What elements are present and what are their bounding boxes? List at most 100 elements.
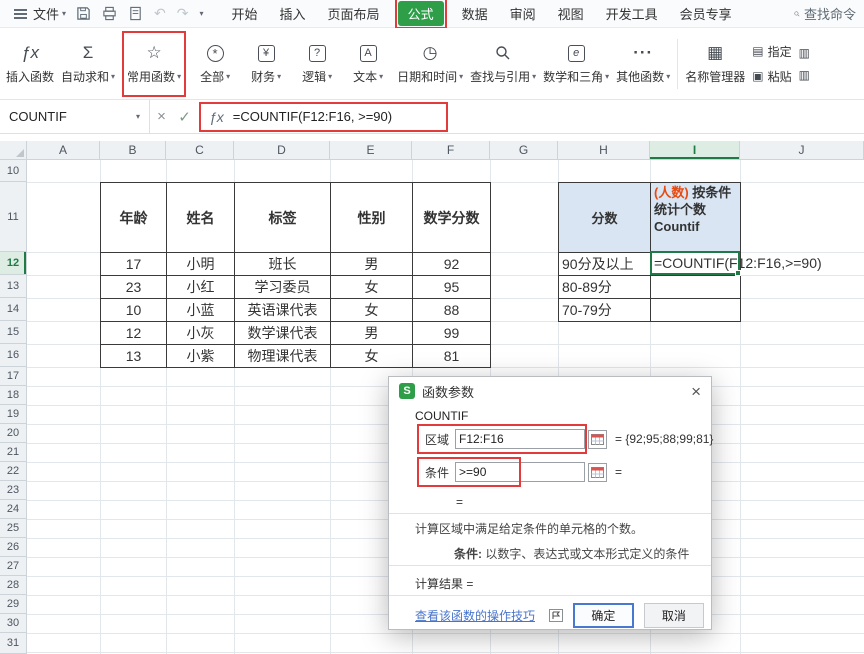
- column-header-d[interactable]: D: [234, 141, 330, 160]
- row-header[interactable]: 31: [0, 633, 27, 654]
- search-box[interactable]: 查找命令: [794, 4, 856, 23]
- cell[interactable]: 10: [101, 299, 167, 322]
- file-menu[interactable]: 文件 ▾: [33, 4, 66, 23]
- cell[interactable]: 女: [331, 299, 413, 322]
- formula-input[interactable]: =COUNTIF(F12:F16, >=90): [233, 109, 438, 124]
- fill-handle[interactable]: [735, 270, 741, 276]
- print-preview-icon[interactable]: [128, 6, 143, 21]
- ok-button[interactable]: 确定: [573, 602, 634, 628]
- cell[interactable]: 标签: [235, 183, 331, 253]
- cell[interactable]: 女: [331, 345, 413, 368]
- cell[interactable]: 年龄: [101, 183, 167, 253]
- hamburger-menu-icon[interactable]: [14, 12, 27, 15]
- cell[interactable]: 小明: [167, 253, 235, 276]
- cell[interactable]: (人数) 按条件统计个数 Countif: [651, 183, 741, 253]
- all-functions-button[interactable]: * 全部 ▾: [193, 33, 237, 95]
- confirm-entry-icon[interactable]: ✓: [173, 108, 196, 126]
- column-header-g[interactable]: G: [490, 141, 558, 160]
- row-header[interactable]: 14: [0, 298, 27, 321]
- tab-formulas[interactable]: 公式: [397, 1, 444, 26]
- cell[interactable]: 学习委员: [235, 276, 331, 299]
- row-header[interactable]: 20: [0, 424, 27, 443]
- column-header-b[interactable]: B: [100, 141, 166, 160]
- insert-function-fx-icon[interactable]: ƒx: [209, 109, 224, 125]
- cell[interactable]: [651, 299, 741, 322]
- tab-review[interactable]: 审阅: [500, 1, 546, 26]
- row-header[interactable]: 10: [0, 160, 27, 182]
- redo-icon[interactable]: ↷: [177, 5, 189, 22]
- column-header-j[interactable]: J: [740, 141, 864, 160]
- criteria-picker-button[interactable]: [588, 462, 607, 482]
- row-header[interactable]: 28: [0, 576, 27, 595]
- cell[interactable]: 男: [331, 322, 413, 345]
- cell[interactable]: 80-89分: [559, 276, 651, 299]
- date-time-functions-button[interactable]: ◷ 日期和时间 ▾: [397, 33, 463, 95]
- row-header-selected[interactable]: 12: [0, 252, 27, 275]
- toolbar-chevron-icon[interactable]: ▾: [200, 9, 204, 18]
- cell[interactable]: 23: [101, 276, 167, 299]
- cell[interactable]: 小红: [167, 276, 235, 299]
- row-header[interactable]: 13: [0, 275, 27, 298]
- save-icon[interactable]: [76, 6, 91, 21]
- cell[interactable]: 70-79分: [559, 299, 651, 322]
- row-header[interactable]: 25: [0, 519, 27, 538]
- row-header[interactable]: 18: [0, 386, 27, 405]
- row-header[interactable]: 26: [0, 538, 27, 557]
- range-picker-button[interactable]: [588, 429, 607, 449]
- tab-page-layout[interactable]: 页面布局: [318, 1, 390, 26]
- row-header[interactable]: 23: [0, 481, 27, 500]
- paste-names-button[interactable]: ▣ 粘贴: [752, 68, 791, 85]
- autosum-button[interactable]: Σ 自动求和 ▾: [61, 33, 115, 95]
- row-header[interactable]: 21: [0, 443, 27, 462]
- cell[interactable]: 81: [413, 345, 491, 368]
- range-input[interactable]: [455, 429, 585, 449]
- cell[interactable]: 95: [413, 276, 491, 299]
- cell[interactable]: 90分及以上: [559, 253, 651, 276]
- cell[interactable]: 小灰: [167, 322, 235, 345]
- column-header-a[interactable]: A: [27, 141, 100, 160]
- tab-data[interactable]: 数据: [452, 1, 498, 26]
- cell[interactable]: 物理课代表: [235, 345, 331, 368]
- cell[interactable]: 姓名: [167, 183, 235, 253]
- cell[interactable]: [651, 276, 741, 299]
- tab-developer[interactable]: 开发工具: [596, 1, 668, 26]
- select-all-corner[interactable]: [0, 141, 27, 160]
- cell[interactable]: 性别: [331, 183, 413, 253]
- close-icon[interactable]: ×: [691, 383, 701, 400]
- tab-view[interactable]: 视图: [548, 1, 594, 26]
- row-header[interactable]: 22: [0, 462, 27, 481]
- logical-functions-button[interactable]: ? 逻辑 ▾: [295, 33, 339, 95]
- help-link[interactable]: 查看该函数的操作技巧: [415, 607, 535, 624]
- dialog-titlebar[interactable]: S 函数参数 ×: [389, 377, 711, 405]
- cell[interactable]: 小蓝: [167, 299, 235, 322]
- row-header[interactable]: 24: [0, 500, 27, 519]
- cell[interactable]: 92: [413, 253, 491, 276]
- clipped-button[interactable]: ▥: [799, 46, 823, 60]
- print-icon[interactable]: [102, 6, 117, 21]
- row-header[interactable]: 16: [0, 344, 27, 367]
- cell[interactable]: 分数: [559, 183, 651, 253]
- column-header-c[interactable]: C: [166, 141, 234, 160]
- row-header[interactable]: 15: [0, 321, 27, 344]
- cell[interactable]: 男: [331, 253, 413, 276]
- text-functions-button[interactable]: A 文本 ▾: [346, 33, 390, 95]
- cell[interactable]: 17: [101, 253, 167, 276]
- other-functions-button[interactable]: ··· 其他函数 ▾: [616, 33, 670, 95]
- cell[interactable]: 女: [331, 276, 413, 299]
- name-manager-button[interactable]: ▦ 名称管理器: [685, 33, 745, 95]
- financial-functions-button[interactable]: ¥ 财务 ▾: [244, 33, 288, 95]
- cancel-entry-icon[interactable]: ×: [150, 108, 173, 125]
- column-header-h[interactable]: H: [558, 141, 650, 160]
- row-header[interactable]: 11: [0, 182, 27, 252]
- column-header-e[interactable]: E: [330, 141, 412, 160]
- insert-function-button[interactable]: ƒx 插入函数: [6, 33, 54, 95]
- name-box[interactable]: COUNTIF ▾: [0, 100, 150, 133]
- cell[interactable]: 88: [413, 299, 491, 322]
- undo-icon[interactable]: ↶: [154, 5, 166, 22]
- cell[interactable]: 班长: [235, 253, 331, 276]
- cell[interactable]: 13: [101, 345, 167, 368]
- cancel-button[interactable]: 取消: [643, 602, 704, 628]
- row-header[interactable]: 19: [0, 405, 27, 424]
- clipped-button[interactable]: ▥: [799, 68, 823, 82]
- tab-insert[interactable]: 插入: [270, 1, 316, 26]
